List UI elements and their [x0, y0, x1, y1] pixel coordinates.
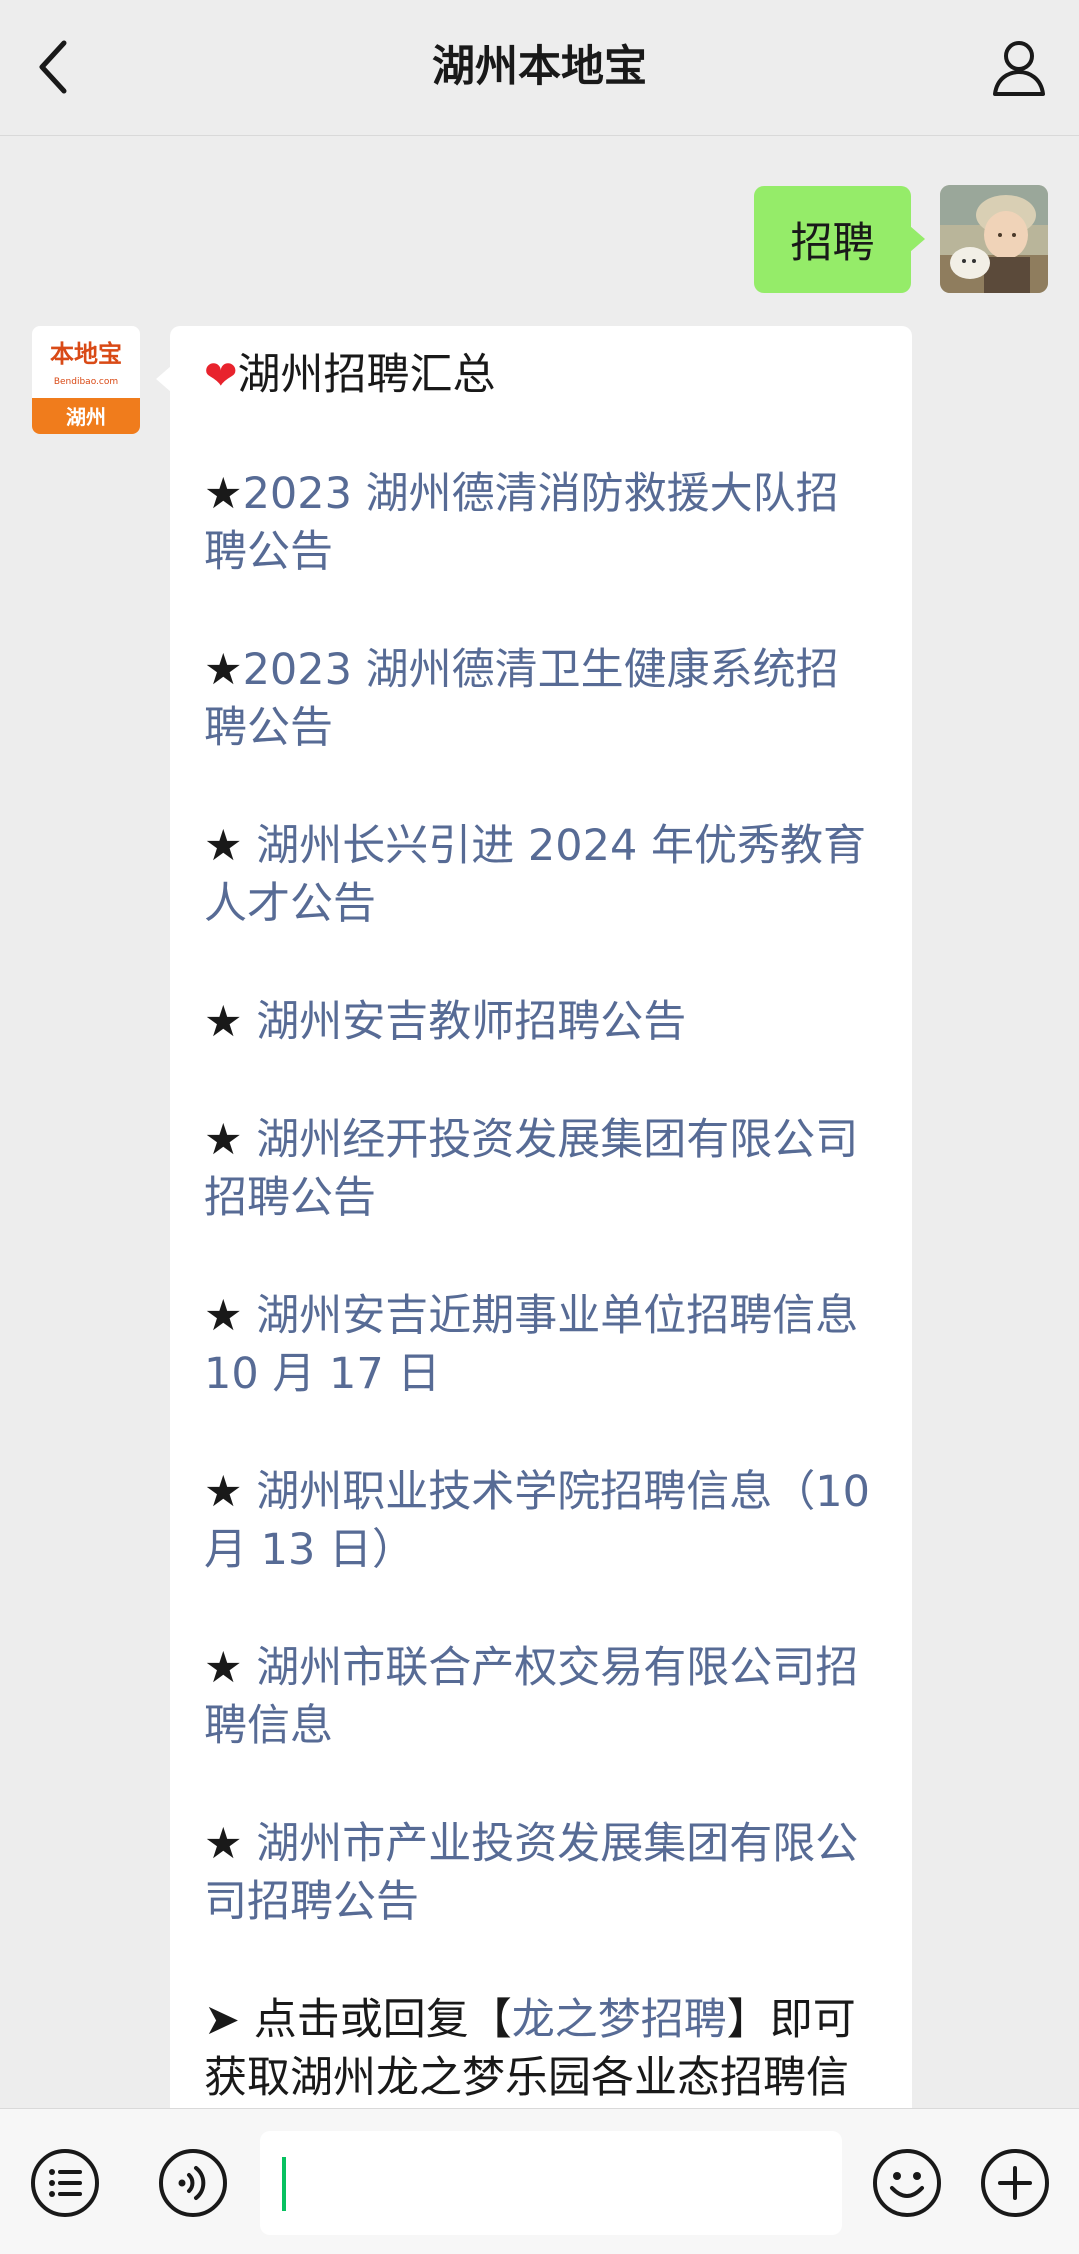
- nav-bar: 湖州本地宝: [0, 0, 1079, 136]
- list-item[interactable]: ★2023 湖州德清消防救援大队招聘公告: [204, 465, 878, 581]
- list-item[interactable]: ★ 湖州市联合产权交易有限公司招聘信息: [204, 1639, 878, 1755]
- list-item[interactable]: ★ 湖州市产业投资发展集团有限公司招聘公告: [204, 1815, 878, 1931]
- list-item[interactable]: ★ 湖州长兴引进 2024 年优秀教育人才公告: [204, 817, 878, 933]
- emoji-icon[interactable]: [872, 2148, 942, 2218]
- heart-icon: ❤: [204, 353, 238, 399]
- incoming-message-bubble: ❤湖州招聘汇总 ★2023 湖州德清消防救援大队招聘公告 ★2023 湖州德清卫…: [156, 326, 912, 2126]
- person-icon[interactable]: [989, 38, 1049, 98]
- list-item[interactable]: ★ 湖州经开投资发展集团有限公司招聘公告: [204, 1111, 878, 1227]
- star-icon: ★: [204, 1115, 243, 1165]
- list-item[interactable]: ★ 湖州职业技术学院招聘信息（10 月 13 日）: [204, 1463, 878, 1579]
- svg-text:湖州: 湖州: [66, 405, 106, 429]
- message-header-text: 湖州招聘汇总: [237, 350, 496, 400]
- recruitment-link[interactable]: 湖州市产业投资发展集团有限公司招聘公告: [204, 1819, 858, 1927]
- message-header: ❤湖州招聘汇总: [204, 346, 878, 405]
- star-icon: ★: [204, 469, 243, 519]
- input-bar: [0, 2108, 1079, 2254]
- arrow-icon: ➤: [204, 1995, 241, 2045]
- list-item[interactable]: ★2023 湖州德清卫生健康系统招聘公告: [204, 641, 878, 757]
- voice-icon[interactable]: [158, 2148, 228, 2218]
- svg-text:本地宝: 本地宝: [50, 340, 122, 368]
- plus-icon[interactable]: [980, 2148, 1050, 2218]
- star-icon: ★: [204, 1291, 243, 1341]
- chevron-left-icon[interactable]: [30, 35, 80, 99]
- message-footer: ➤ 点击或回复【龙之梦招聘】即可获取湖州龙之梦乐园各业态招聘信: [204, 1991, 878, 2107]
- recruitment-link[interactable]: 湖州安吉近期事业单位招聘信息 10 月 17 日: [204, 1291, 858, 1399]
- list-item[interactable]: ★ 湖州安吉教师招聘公告: [204, 993, 878, 1051]
- outgoing-message-bubble[interactable]: 招聘: [754, 186, 925, 293]
- page-title: 湖州本地宝: [432, 42, 647, 92]
- message-input[interactable]: [260, 2131, 842, 2235]
- text-caret: [282, 2157, 286, 2211]
- star-icon: ★: [204, 1643, 243, 1693]
- star-icon: ★: [204, 1467, 243, 1517]
- brand-avatar[interactable]: 本地宝 Bendibao.com 湖州: [32, 326, 140, 434]
- star-icon: ★: [204, 821, 243, 871]
- star-icon: ★: [204, 997, 243, 1047]
- recruitment-link[interactable]: 湖州职业技术学院招聘信息（10 月 13 日）: [204, 1467, 870, 1575]
- star-icon: ★: [204, 1819, 243, 1869]
- list-item[interactable]: ★ 湖州安吉近期事业单位招聘信息 10 月 17 日: [204, 1287, 878, 1403]
- recruitment-link[interactable]: 2023 湖州德清卫生健康系统招聘公告: [204, 645, 839, 753]
- star-icon: ★: [204, 645, 243, 695]
- recruitment-link[interactable]: 湖州安吉教师招聘公告: [243, 997, 686, 1047]
- recruitment-link[interactable]: 湖州经开投资发展集团有限公司招聘公告: [204, 1115, 858, 1223]
- recruitment-link[interactable]: 2023 湖州德清消防救援大队招聘公告: [204, 469, 839, 577]
- svg-text:Bendibao.com: Bendibao.com: [54, 377, 118, 387]
- recruitment-link[interactable]: 湖州市联合产权交易有限公司招聘信息: [204, 1643, 858, 1751]
- recruitment-link[interactable]: 湖州长兴引进 2024 年优秀教育人才公告: [204, 821, 866, 929]
- user-avatar[interactable]: [940, 185, 1048, 293]
- list-icon[interactable]: [30, 2148, 100, 2218]
- outgoing-message-text: 招聘: [790, 218, 875, 267]
- keyword-link[interactable]: 龙之梦招聘: [512, 1995, 727, 2045]
- footer-prefix-text: 点击或回复【: [240, 1995, 512, 2045]
